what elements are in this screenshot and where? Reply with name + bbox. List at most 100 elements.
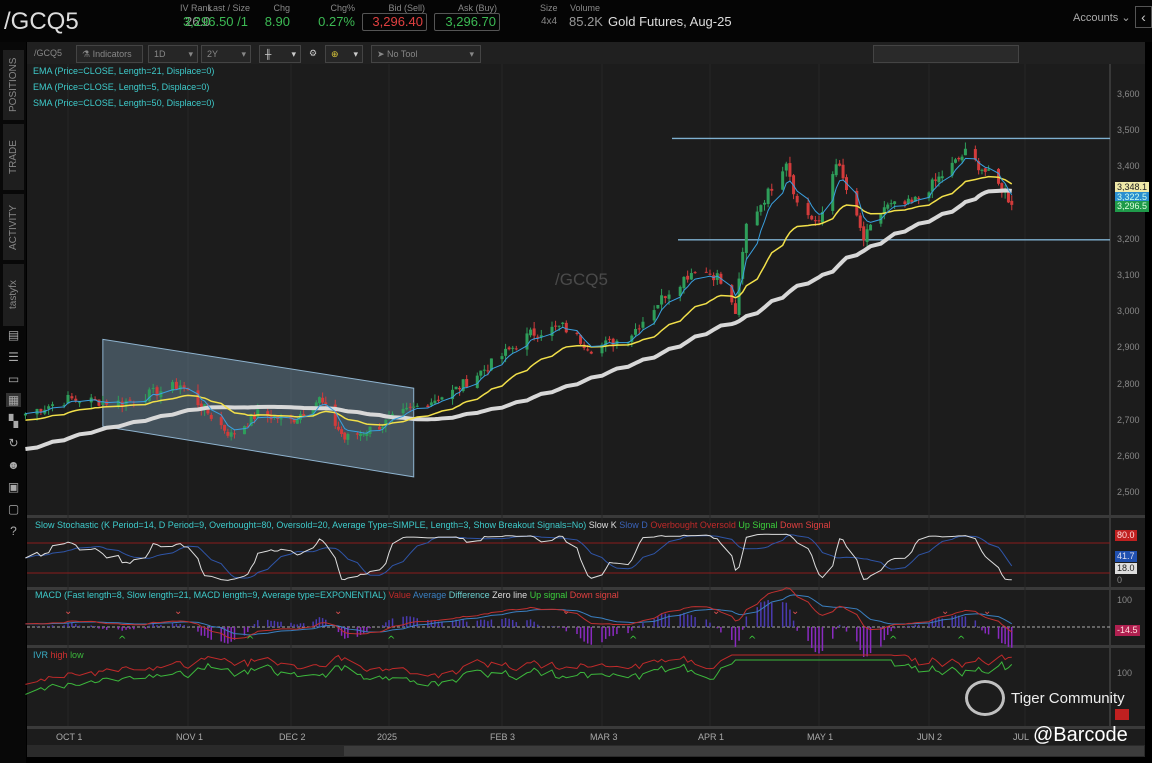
tiger-logo-icon [965,680,1005,716]
candle-body [151,387,155,389]
candle-body [362,434,366,436]
ivr-panel-separator [27,645,1145,648]
study-ema5[interactable]: EMA (Price=CLOSE, Length=5, Displace=0) [33,82,209,92]
candle-body [401,408,405,414]
price-axis-label: 2,800 [1117,378,1140,389]
candle-body [182,385,186,388]
candle-body [766,188,770,204]
candle-body [454,386,458,390]
legend-slow-d: Slow D [619,520,648,530]
candle-body [817,220,821,222]
date-axis-label: MAR 3 [590,732,618,742]
date-axis-label: 2025 [377,732,398,742]
candle-body [223,424,227,431]
down-signal-icon: ⌄ [334,606,342,617]
candle-body [340,429,344,434]
chart-area[interactable]: ⌄ ⌄ ⌄ ⌄ ⌄ ⌄ ⌄ ⌄ ^ ^ ^ ^ ^ ^ ^ [0,0,1152,763]
study-ema21[interactable]: EMA (Price=CLOSE, Length=21, Displace=0) [33,66,214,76]
price-axis-label: 3,600 [1117,89,1140,99]
candle-body [953,159,957,163]
stochastic-title[interactable]: Slow Stochastic (K Period=14, D Period=9… [35,520,586,530]
handle-watermark: @Barcode [1033,724,1128,746]
candle-body [51,404,55,406]
candle-body [667,294,671,299]
candle-body [788,163,792,177]
candle-body [500,356,504,360]
candle-body [886,204,890,209]
candle-body [486,370,490,372]
candle-body [973,149,977,160]
candle-body [903,201,907,205]
candle-body [963,148,967,156]
date-axis-label: DEC 2 [279,732,306,742]
slow-k-tag: 18.0 [1115,563,1137,574]
up-signal-icon: ^ [246,635,254,646]
interval-select[interactable]: 1D ▾ [148,45,198,63]
candle-body [806,203,810,216]
range-select[interactable]: 2Y ▾ [201,45,251,63]
flask-icon: ⚗ [82,49,93,59]
down-signal-icon: ⌄ [941,606,949,617]
candle-body [507,347,511,350]
date-axis-label: APR 1 [698,732,725,742]
crosshair-icon: ⊕ [331,49,339,59]
candle-body [532,328,536,336]
candle-body [869,224,873,231]
candle-body [346,434,350,440]
candle-body [795,195,799,203]
candle-body [781,171,785,190]
study-sma50[interactable]: SMA (Price=CLOSE, Length=50, Displace=0) [33,98,214,108]
date-axis-label: FEB 3 [490,732,516,742]
drawing-tool-select[interactable]: ➤ No Tool ▾ [371,45,481,63]
ivr-title[interactable]: IVR [33,650,48,660]
legend-difference: Difference [448,590,490,600]
date-axis-label: NOV 1 [176,732,204,742]
candle-body [256,409,260,418]
candle-body [209,414,213,419]
candle-body [689,272,693,280]
candle-body [889,203,893,205]
candle-body [482,369,486,371]
candle-body [755,211,759,226]
chart-type-select[interactable]: ╫ ▾ [259,45,301,63]
macd-value-tag: -14.5 [1115,625,1140,636]
down-signal-icon: ⌄ [562,606,570,617]
up-signal-icon: ^ [629,635,637,646]
chart-toolbar-slider[interactable] [873,45,1019,63]
settings-gear-icon[interactable]: ⚙ [304,45,320,63]
macd-title[interactable]: MACD (Fast length=8, Slow length=21, MAC… [35,590,386,600]
date-panel-separator [27,726,1145,729]
candle-body [663,296,667,299]
candle-body [47,406,51,409]
candle-body [937,176,941,183]
candle-body [865,229,869,242]
candle-body [917,197,921,199]
candle-body [983,168,987,172]
candle-body [229,432,233,437]
scrollbar-thumb [344,746,1144,756]
down-signal-icon: ⌄ [791,606,799,617]
drawing-style-select[interactable]: ⊕ ▾ [325,45,363,63]
candle-body [708,273,712,275]
legend-up-signal: Up Signal [738,520,778,530]
candle-body [834,164,838,176]
range-value: 2Y [207,49,219,59]
price-axis-label: 2,900 [1117,342,1140,353]
candle-body [893,201,897,204]
candle-body [704,271,708,273]
candle-body [759,205,763,212]
indicators-button[interactable]: ⚗ Indicators [76,45,143,63]
candle-body [1010,200,1014,205]
candle-body [78,402,82,404]
stoch-zero-label: 0 [1117,575,1123,585]
candle-body [365,433,369,437]
candle-body [70,396,74,399]
overbought-tag: 80.0 [1115,530,1137,541]
down-signal-icon: ⌄ [64,606,72,617]
candle-body [957,158,961,160]
price-axis-label: 3,200 [1117,233,1140,244]
candle-body [862,226,866,241]
candle-body [960,156,964,161]
candle-body [858,215,862,228]
candle-body [226,431,230,436]
